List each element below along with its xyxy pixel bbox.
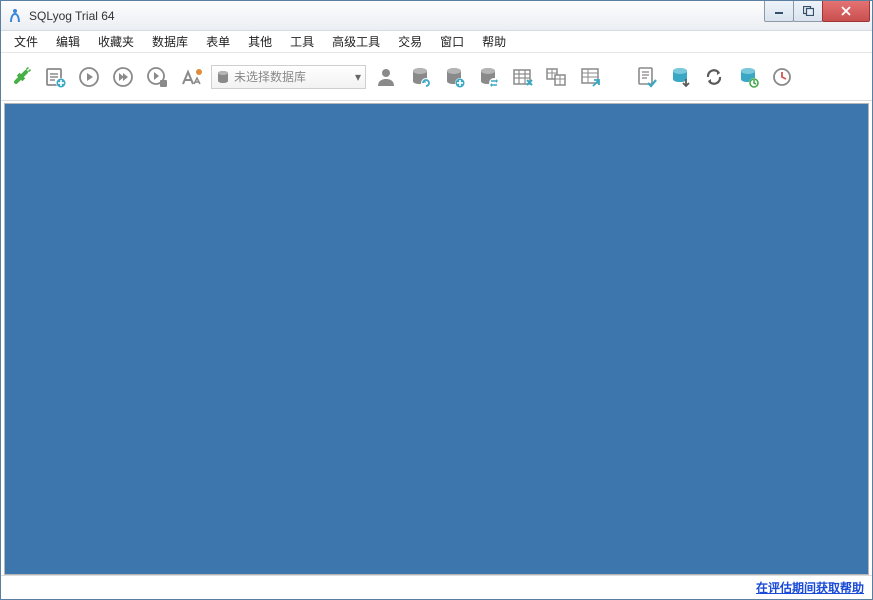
menu-edit[interactable]: 编辑 [47, 31, 89, 52]
db-refresh-button[interactable] [406, 63, 434, 91]
table-open-button[interactable] [576, 63, 604, 91]
db-restore-icon [737, 66, 759, 88]
db-plus-icon [443, 66, 465, 88]
status-bar: 在评估期间获取帮助 [1, 575, 872, 599]
database-icon [216, 70, 230, 84]
execute-current-button[interactable] [143, 63, 171, 91]
db-sync-button[interactable] [474, 63, 502, 91]
close-button[interactable] [822, 1, 870, 22]
execute-icon [78, 66, 100, 88]
format-button[interactable] [177, 63, 205, 91]
menu-database[interactable]: 数据库 [143, 31, 197, 52]
maximize-button[interactable] [793, 1, 823, 22]
table-join-button[interactable] [542, 63, 570, 91]
trial-help-link[interactable]: 在评估期间获取帮助 [756, 579, 864, 596]
refresh-icon [703, 66, 725, 88]
workspace [1, 101, 872, 575]
mdi-area[interactable] [4, 103, 869, 575]
app-icon [7, 8, 23, 24]
menu-help[interactable]: 帮助 [473, 31, 515, 52]
refresh-button[interactable] [700, 63, 728, 91]
execute-all-button[interactable] [109, 63, 137, 91]
toolbar: 未选择数据库 ▾ [1, 53, 872, 101]
execute-button[interactable] [75, 63, 103, 91]
window-title: SQLyog Trial 64 [29, 9, 115, 23]
new-query-icon [44, 66, 66, 88]
menu-transaction[interactable]: 交易 [389, 31, 431, 52]
db-refresh-icon [409, 66, 431, 88]
menu-other[interactable]: 其他 [239, 31, 281, 52]
minimize-button[interactable] [764, 1, 794, 22]
table-join-icon [545, 66, 567, 88]
doc-check-icon [635, 66, 657, 88]
database-selector[interactable]: 未选择数据库 ▾ [211, 65, 366, 89]
menu-favorites[interactable]: 收藏夹 [89, 31, 143, 52]
clock-button[interactable] [768, 63, 796, 91]
menu-tools[interactable]: 工具 [281, 31, 323, 52]
menu-table[interactable]: 表单 [197, 31, 239, 52]
db-download-button[interactable] [666, 63, 694, 91]
user-button[interactable] [372, 63, 400, 91]
table-open-icon [579, 66, 601, 88]
menu-powertools[interactable]: 高级工具 [323, 31, 389, 52]
db-restore-button[interactable] [734, 63, 762, 91]
table-grid-icon [511, 66, 533, 88]
execute-all-icon [112, 66, 134, 88]
db-plus-button[interactable] [440, 63, 468, 91]
connect-button[interactable] [7, 63, 35, 91]
chevron-down-icon: ▾ [355, 70, 361, 84]
menu-bar: 文件 编辑 收藏夹 数据库 表单 其他 工具 高级工具 交易 窗口 帮助 [1, 31, 872, 53]
window-controls [765, 1, 870, 22]
format-icon [180, 66, 202, 88]
doc-check-button[interactable] [632, 63, 660, 91]
db-sync-icon [477, 66, 499, 88]
user-icon [375, 66, 397, 88]
database-selector-text: 未选择数据库 [234, 68, 306, 85]
menu-window[interactable]: 窗口 [431, 31, 473, 52]
title-bar: SQLyog Trial 64 [1, 1, 872, 31]
table-grid-button[interactable] [508, 63, 536, 91]
clock-icon [771, 66, 793, 88]
connect-icon [10, 66, 32, 88]
execute-current-icon [146, 66, 168, 88]
db-download-icon [669, 66, 691, 88]
new-query-button[interactable] [41, 63, 69, 91]
menu-file[interactable]: 文件 [5, 31, 47, 52]
